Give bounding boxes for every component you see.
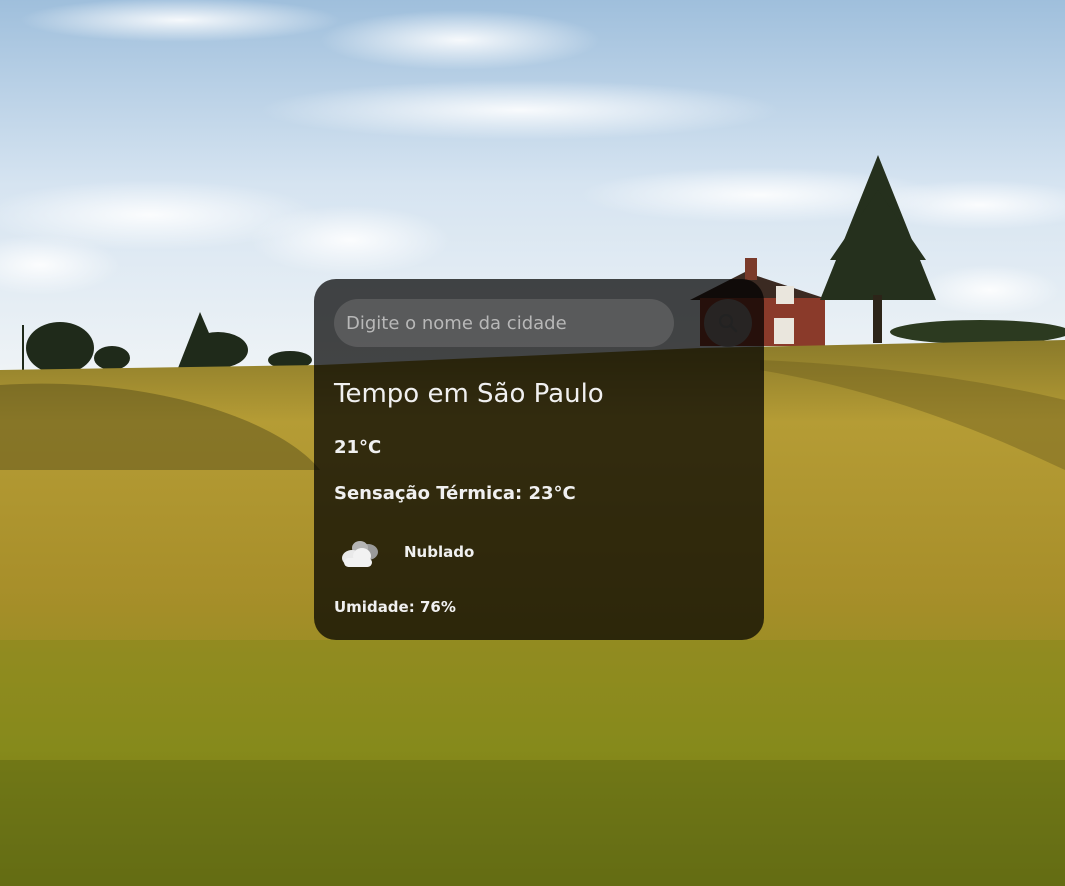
search-icon bbox=[719, 314, 738, 333]
condition-text: Nublado bbox=[404, 543, 475, 561]
city-search-input[interactable] bbox=[334, 299, 674, 347]
search-bar bbox=[334, 299, 752, 347]
feels-like: Sensação Térmica: 23°C bbox=[334, 483, 576, 504]
cloudy-icon bbox=[342, 541, 378, 567]
humidity: Umidade: 76% bbox=[334, 598, 456, 616]
humidity-value: 76% bbox=[419, 598, 456, 616]
search-button[interactable] bbox=[704, 299, 752, 347]
temperature: 21°C bbox=[334, 437, 382, 458]
humidity-label: Umidade: bbox=[334, 598, 420, 616]
weather-card: Tempo em São Paulo 21°C Sensação Térmica… bbox=[314, 279, 764, 640]
city-title: Tempo em São Paulo bbox=[334, 379, 604, 409]
condition-row: Nublado bbox=[334, 534, 634, 574]
